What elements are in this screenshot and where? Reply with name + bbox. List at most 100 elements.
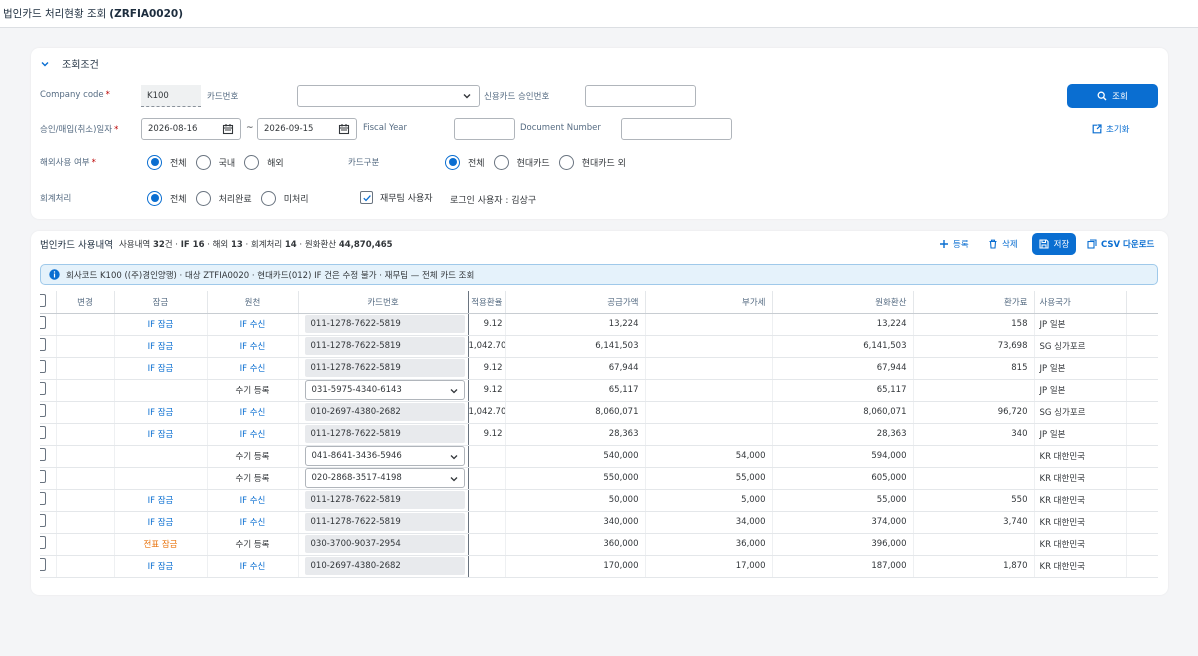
source-cell[interactable]: 수기 등록 (207, 379, 299, 402)
source-cell[interactable]: IF 수신 (207, 555, 299, 578)
search-button[interactable]: 조회 (1067, 84, 1158, 108)
radio-button[interactable] (493, 154, 509, 170)
card-number-select[interactable]: 020-2868-3517-4198 (304, 468, 465, 488)
lock-cell[interactable]: 전표 잠금 (114, 533, 208, 556)
table-row[interactable]: IF 잠금 IF 수신 011-1278-7622-5819 9.12 13,224 13… (40, 313, 1158, 336)
row-select-cell[interactable] (40, 313, 57, 336)
col-header-vat[interactable]: 부가세 (645, 291, 773, 314)
source-cell[interactable]: 수기 등록 (207, 533, 299, 556)
card-no-select[interactable] (297, 85, 480, 107)
table-row[interactable]: 수기 등록 020-2868-3517-4198 550,000 55,000 605,… (40, 467, 1158, 490)
row-select-cell[interactable] (40, 357, 57, 380)
overseas-radio-abroad[interactable]: 해외 (244, 154, 284, 170)
table-row[interactable]: IF 잠금 IF 수신 011-1278-7622-5819 9.12 28,363 28… (40, 423, 1158, 446)
calendar-icon[interactable] (222, 123, 234, 135)
radio-button[interactable] (147, 154, 162, 170)
row-checkbox[interactable] (40, 492, 46, 505)
register-button[interactable]: 등록 (939, 234, 969, 254)
radio-button[interactable] (558, 154, 574, 170)
card-type-radio-other[interactable]: 현대카드 외 (558, 154, 626, 170)
filter-section-header[interactable]: 조회조건 (40, 56, 99, 71)
lock-cell[interactable] (114, 467, 208, 490)
table-row[interactable]: 전표 잠금 수기 등록 030-3700-9037-2954 360,000 36,00… (40, 533, 1158, 556)
table-row[interactable]: IF 잠금 IF 수신 011-1278-7622-5819 9.12 67,944 67… (40, 357, 1158, 380)
row-select-cell[interactable] (40, 335, 57, 358)
lock-cell[interactable]: IF 잠금 (114, 511, 208, 534)
source-cell[interactable]: 수기 등록 (207, 445, 299, 468)
reset-button[interactable]: 초기화 (1092, 123, 1129, 135)
lock-cell[interactable] (114, 445, 208, 468)
source-cell[interactable]: IF 수신 (207, 511, 299, 534)
row-select-cell[interactable] (40, 445, 57, 468)
row-checkbox[interactable] (40, 360, 46, 373)
source-cell[interactable]: IF 수신 (207, 401, 299, 424)
radio-button[interactable] (260, 190, 276, 206)
table-row[interactable]: IF 잠금 IF 수신 011-1278-7622-5819 50,000 5,000 5… (40, 489, 1158, 512)
source-cell[interactable]: IF 수신 (207, 423, 299, 446)
table-row[interactable]: 수기 등록 041-8641-3436-5946 540,000 54,000 594,… (40, 445, 1158, 468)
row-checkbox[interactable] (40, 448, 46, 461)
card-number-select[interactable]: 041-8641-3436-5946 (304, 446, 465, 466)
table-row[interactable]: IF 잠금 IF 수신 011-1278-7622-5819 1,042.70 6,14… (40, 335, 1158, 358)
radio-button[interactable] (195, 190, 211, 206)
table-row[interactable]: 수기 등록 031-5975-4340-6143 9.12 65,117 65,117 J… (40, 379, 1158, 402)
lock-cell[interactable]: IF 잠금 (114, 313, 208, 336)
col-header-krw[interactable]: 원화환산 (772, 291, 914, 314)
lock-cell[interactable]: IF 잠금 (114, 401, 208, 424)
row-select-cell[interactable] (40, 489, 57, 512)
source-cell[interactable]: IF 수신 (207, 357, 299, 380)
delete-button[interactable]: 삭제 (988, 234, 1018, 254)
save-button[interactable]: 저장 (1032, 233, 1076, 255)
row-checkbox[interactable] (40, 558, 46, 571)
csv-download-button[interactable]: CSV 다운로드 (1087, 234, 1154, 254)
col-header-supply[interactable]: 공급가액 (505, 291, 646, 314)
overseas-radio-all[interactable]: 전체 (147, 154, 187, 170)
col-header-fee[interactable]: 환가료 (913, 291, 1035, 314)
col-header-card-no[interactable]: 카드번호 (298, 291, 469, 314)
row-select-cell[interactable] (40, 401, 57, 424)
row-select-cell[interactable] (40, 423, 57, 446)
company-code-field[interactable]: K100 (141, 85, 201, 107)
source-cell[interactable]: IF 수신 (207, 489, 299, 512)
table-row[interactable]: IF 잠금 IF 수신 011-1278-7622-5819 340,000 34,00… (40, 511, 1158, 534)
radio-button[interactable] (244, 154, 260, 170)
calendar-icon[interactable] (338, 123, 350, 135)
row-select-cell[interactable] (40, 533, 57, 556)
col-header-change[interactable]: 변경 (56, 291, 115, 314)
accounting-radio-all[interactable]: 전체 (147, 190, 187, 206)
row-checkbox[interactable] (40, 536, 46, 549)
date-to-input[interactable]: 2026-09-15 (257, 118, 357, 140)
row-select-cell[interactable] (40, 555, 57, 578)
row-checkbox[interactable] (40, 316, 46, 329)
source-cell[interactable]: IF 수신 (207, 335, 299, 358)
overseas-radio-domestic[interactable]: 국내 (195, 154, 235, 170)
checkbox[interactable] (360, 191, 373, 204)
fiscal-year-input[interactable] (454, 118, 515, 140)
date-from-input[interactable]: 2026-08-16 (141, 118, 241, 140)
lock-cell[interactable]: IF 잠금 (114, 489, 208, 512)
row-select-cell[interactable] (40, 467, 57, 490)
radio-button[interactable] (445, 154, 460, 170)
row-select-cell[interactable] (40, 379, 57, 402)
row-checkbox[interactable] (40, 382, 46, 395)
table-row[interactable]: IF 잠금 IF 수신 010-2697-4380-2682 170,000 17,00… (40, 555, 1158, 578)
chevron-down-icon[interactable] (40, 59, 50, 69)
row-checkbox[interactable] (40, 426, 46, 439)
lock-cell[interactable]: IF 잠금 (114, 423, 208, 446)
radio-button[interactable] (195, 154, 211, 170)
col-header-lock[interactable]: 잠금 (114, 291, 208, 314)
row-checkbox[interactable] (40, 404, 46, 417)
accounting-radio-pending[interactable]: 미처리 (260, 190, 309, 206)
source-cell[interactable]: 수기 등록 (207, 467, 299, 490)
lock-cell[interactable] (114, 379, 208, 402)
doc-number-input[interactable] (621, 118, 732, 140)
col-header-rate[interactable]: 적용환율 (468, 291, 506, 314)
radio-button[interactable] (147, 190, 162, 206)
row-checkbox[interactable] (40, 514, 46, 527)
finance-user-checkbox[interactable]: 재무팀 사용자 (360, 191, 433, 204)
row-checkbox[interactable] (40, 470, 46, 483)
lock-cell[interactable]: IF 잠금 (114, 335, 208, 358)
lock-cell[interactable]: IF 잠금 (114, 357, 208, 380)
card-type-radio-all[interactable]: 전체 (445, 154, 485, 170)
card-number-select[interactable]: 031-5975-4340-6143 (304, 380, 465, 400)
